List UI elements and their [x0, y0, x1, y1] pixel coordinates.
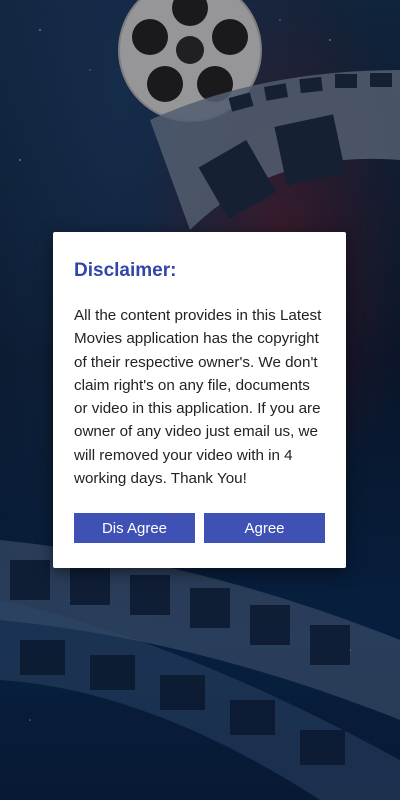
- disclaimer-dialog: Disclaimer: All the content provides in …: [53, 232, 346, 568]
- agree-button[interactable]: Agree: [204, 513, 325, 543]
- dialog-title: Disclaimer:: [74, 260, 177, 281]
- disagree-button[interactable]: Dis Agree: [74, 513, 195, 543]
- dialog-message: All the content provides in this Latest …: [74, 307, 322, 488]
- dialog-actions: Dis Agree Agree: [74, 513, 325, 543]
